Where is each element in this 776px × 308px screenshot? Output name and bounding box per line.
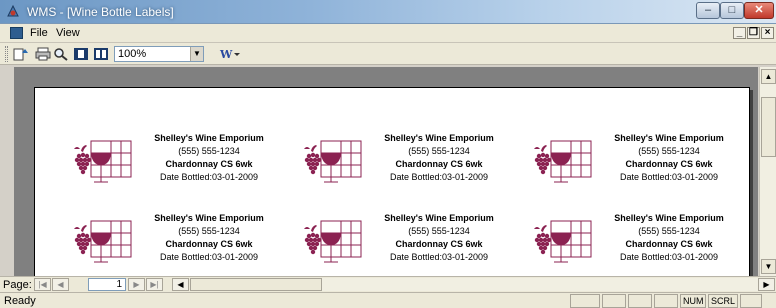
vertical-scrollbar[interactable]: ▲ ▼ [759,67,776,276]
label-text: Shelley's Wine Emporium (555) 555-1234 Cha… [129,212,289,264]
wine-name: Chardonnay CS 6wk [165,159,253,169]
label-text: Shelley's Wine Emporium (555) 555-1234 Cha… [589,212,749,264]
one-page-icon[interactable] [72,46,90,62]
wine-label: Shelley's Wine Emporium (555) 555-1234 Cha… [529,132,749,202]
app-icon [7,4,19,17]
bottled-date: Date Bottled:03-01-2009 [159,172,259,182]
maximize-button[interactable]: □ [720,2,744,19]
scroll-down-icon[interactable]: ▼ [761,259,776,274]
bottled-date: Date Bottled:03-01-2009 [619,252,719,262]
next-page-icon[interactable]: ▶ [128,278,145,291]
last-page-icon[interactable]: ▶| [146,278,163,291]
first-page-icon[interactable]: |◀ [34,278,51,291]
label-text: Shelley's Wine Emporium (555) 555-1234 Cha… [359,132,519,184]
page-navigation-bar: Page: |◀ ◀ 1 ▶ ▶| ◀ ▶ [0,276,776,292]
wine-label: Shelley's Wine Emporium (555) 555-1234 Cha… [299,132,519,202]
bottled-date: Date Bottled:03-01-2009 [389,252,489,262]
close-preview-icon[interactable] [12,46,30,62]
label-page: Shelley's Wine Emporium (555) 555-1234 Cha… [34,87,750,276]
shop-name: Shelley's Wine Emporium [614,213,724,223]
zoom-value: 100% [118,48,147,60]
menu-bar: File View _ ❐ × [0,24,776,43]
shop-phone: (555) 555-1234 [178,226,240,236]
status-bar: Ready NUM SCRL [0,292,776,308]
chevron-down-icon[interactable]: ▼ [190,47,203,61]
status-pane [740,294,762,308]
close-button[interactable]: ✕ [744,2,774,19]
shop-name: Shelley's Wine Emporium [384,133,494,143]
bottled-date: Date Bottled:03-01-2009 [619,172,719,182]
scroll-lock-indicator: SCRL [708,294,738,308]
status-pane [602,294,626,308]
num-lock-indicator: NUM [680,294,706,308]
mdi-close-button[interactable]: × [761,27,774,39]
wine-name: Chardonnay CS 6wk [625,239,713,249]
toolbar: 100% ▼ W [0,43,776,65]
toolbar-grip[interactable] [5,46,8,62]
status-pane [628,294,652,308]
label-text: Shelley's Wine Emporium (555) 555-1234 Cha… [129,132,289,184]
minimize-button[interactable]: – [696,2,720,19]
mdi-minimize-button[interactable]: _ [733,27,746,39]
zoom-select[interactable]: 100% ▼ [114,46,204,62]
shop-phone: (555) 555-1234 [638,226,700,236]
previous-page-icon[interactable]: ◀ [52,278,69,291]
shop-phone: (555) 555-1234 [408,146,470,156]
export-icon[interactable]: W [218,46,242,62]
page-label: Page: [3,279,32,291]
bottled-date: Date Bottled:03-01-2009 [389,172,489,182]
svg-text:W: W [219,48,233,61]
status-pane [654,294,678,308]
horizontal-scroll-thumb[interactable] [190,278,322,291]
wine-label: Shelley's Wine Emporium (555) 555-1234 Cha… [529,212,749,276]
bottled-date: Date Bottled:03-01-2009 [159,252,259,262]
vertical-scroll-thumb[interactable] [761,97,776,157]
label-text: Shelley's Wine Emporium (555) 555-1234 Cha… [359,212,519,264]
page-number-input[interactable]: 1 [88,278,126,291]
wine-label: Shelley's Wine Emporium (555) 555-1234 Cha… [69,132,289,202]
document-icon[interactable] [10,27,23,39]
scroll-left-icon[interactable]: ◀ [172,278,189,291]
scroll-right-icon[interactable]: ▶ [758,278,775,291]
zoom-icon[interactable] [52,46,70,62]
preview-area: Shelley's Wine Emporium (555) 555-1234 Cha… [14,67,758,276]
shop-phone: (555) 555-1234 [178,146,240,156]
window-title: WMS - [Wine Bottle Labels] [27,5,174,19]
shop-name: Shelley's Wine Emporium [614,133,724,143]
shop-phone: (555) 555-1234 [638,146,700,156]
wine-label: Shelley's Wine Emporium (555) 555-1234 Cha… [69,212,289,276]
two-pages-icon[interactable] [92,46,110,62]
status-text: Ready [4,295,36,307]
wine-name: Chardonnay CS 6wk [395,239,483,249]
menu-view[interactable]: View [56,27,80,39]
title-bar: WMS - [Wine Bottle Labels] – □ ✕ [0,0,776,24]
menu-file[interactable]: File [30,27,48,39]
label-text: Shelley's Wine Emporium (555) 555-1234 Cha… [589,132,749,184]
wine-label: Shelley's Wine Emporium (555) 555-1234 Cha… [299,212,519,276]
print-icon[interactable] [34,46,52,62]
wine-name: Chardonnay CS 6wk [395,159,483,169]
horizontal-scrollbar[interactable] [190,278,758,291]
mdi-restore-button[interactable]: ❐ [747,27,760,39]
shop-name: Shelley's Wine Emporium [154,133,264,143]
shop-name: Shelley's Wine Emporium [154,213,264,223]
shop-name: Shelley's Wine Emporium [384,213,494,223]
wine-name: Chardonnay CS 6wk [165,239,253,249]
shop-phone: (555) 555-1234 [408,226,470,236]
scroll-up-icon[interactable]: ▲ [761,69,776,84]
wine-name: Chardonnay CS 6wk [625,159,713,169]
status-pane [570,294,600,308]
